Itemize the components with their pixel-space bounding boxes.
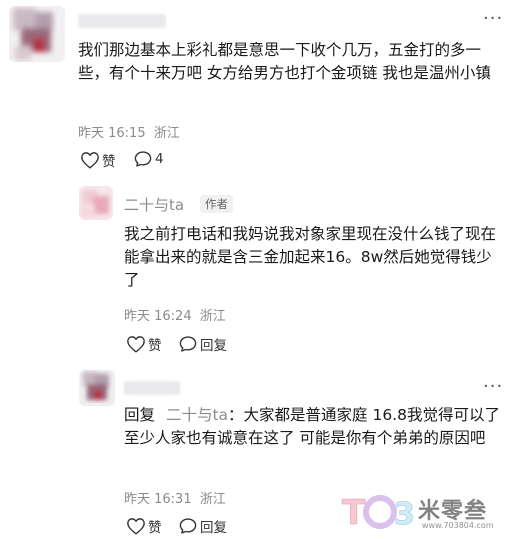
like-label: 赞 (148, 338, 162, 354)
heart-icon (81, 152, 99, 169)
avatar-image (79, 186, 113, 220)
like-button[interactable]: 赞 (126, 334, 162, 354)
comment-bubble-icon (179, 336, 197, 352)
author-badge: 作者 (200, 195, 233, 213)
like-button[interactable]: 赞 (80, 150, 116, 170)
avatar[interactable] (9, 6, 65, 62)
comment-location: 浙江 (153, 126, 180, 141)
comment-meta: 昨天 16:15 浙江 (78, 122, 180, 141)
like-button[interactable]: 赞 (126, 516, 162, 536)
comment-text: 我们那边基本上彩礼都是意思一下收个几万，五金打的多一些，有个十来万吧 女方给男方… (78, 41, 491, 82)
reply-meta: 昨天 16:31 浙江 (124, 488, 226, 507)
heart-icon (127, 518, 145, 535)
reply-time: 昨天 16:24 (124, 309, 192, 324)
reply-prefix: 回复 (124, 406, 156, 424)
reply-button[interactable]: 回复 (178, 516, 227, 536)
reply-target[interactable]: 二十与ta (166, 406, 228, 424)
more-options-icon[interactable]: ··· (483, 378, 503, 396)
reply-label: 回复 (200, 520, 227, 536)
more-options-icon[interactable]: ··· (483, 10, 503, 28)
watermark: T 3 米零叁 www.703804.com (340, 490, 505, 536)
reply-username[interactable]: 二十与ta (124, 194, 184, 215)
like-label: 赞 (102, 154, 116, 170)
reply-time: 昨天 16:31 (124, 492, 192, 507)
reply-count: 4 (155, 151, 164, 167)
comment-bubble-icon (179, 518, 197, 534)
reply-count-button[interactable]: 4 (133, 150, 164, 168)
reply-text-block: 回复 二十与ta：大家都是普通家庭 16.8我觉得可以了 至少人家也有诚意在这了… (124, 404, 506, 450)
reply-location: 浙江 (199, 309, 226, 324)
avatar[interactable] (79, 186, 113, 220)
heart-icon (127, 336, 145, 353)
comment-time: 昨天 16:15 (78, 126, 146, 141)
reply-text: 我之前打电话和我妈说我对象家里现在没什么钱了现在能拿出来的就是含三金加起来16。… (124, 225, 497, 289)
username-obscured (78, 14, 166, 28)
avatar[interactable] (79, 370, 115, 406)
reply-meta: 昨天 16:24 浙江 (124, 305, 226, 324)
username-obscured (124, 381, 180, 395)
avatar-image (9, 6, 65, 62)
reply-label: 回复 (200, 338, 227, 354)
watermark-logo: T 3 (342, 493, 416, 532)
like-label: 赞 (148, 520, 162, 536)
svg-text:T: T (342, 493, 366, 532)
reply-button[interactable]: 回复 (178, 334, 227, 354)
svg-text:3: 3 (394, 497, 415, 532)
comment-bubble-icon (134, 151, 152, 167)
avatar-image (79, 370, 115, 406)
reply-location: 浙江 (199, 492, 226, 507)
watermark-url: www.703804.com (422, 521, 494, 530)
